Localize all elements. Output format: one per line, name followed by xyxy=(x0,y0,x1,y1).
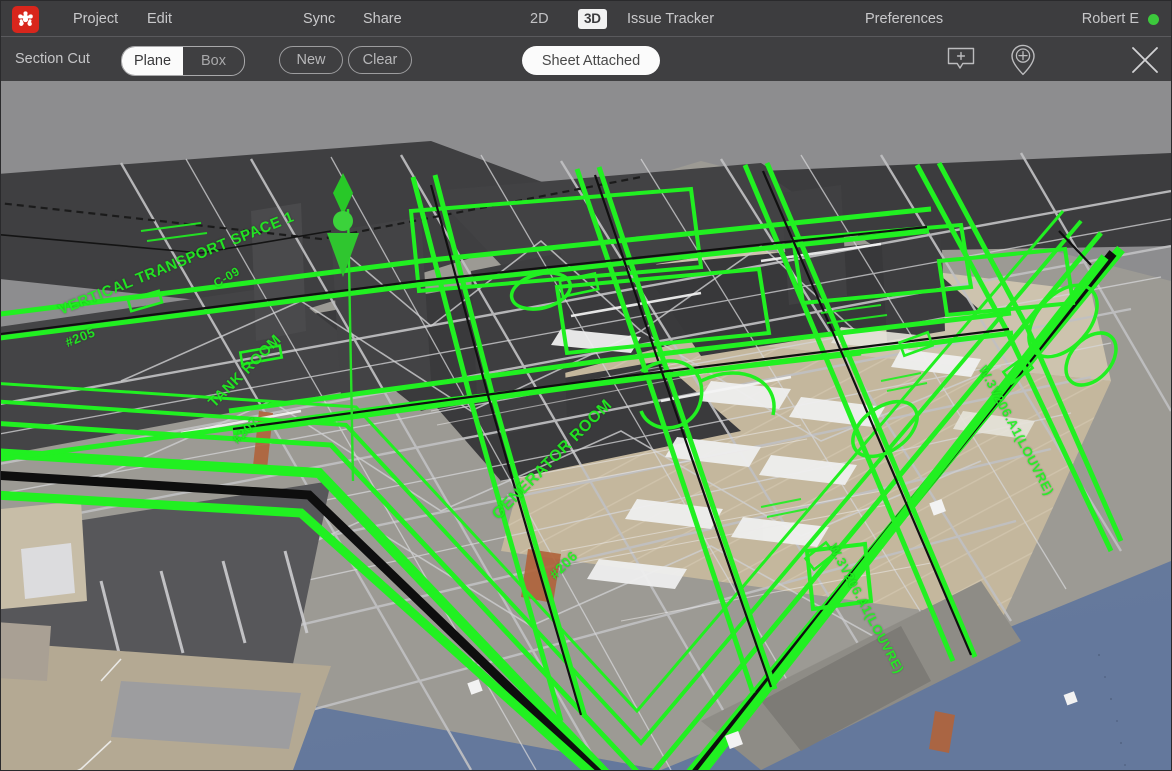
add-pin-icon[interactable] xyxy=(1005,38,1041,81)
section-cut-title: Section Cut xyxy=(15,51,90,67)
model-annotation-label: #207 xyxy=(229,414,262,447)
model-annotation-label: C-09 xyxy=(211,263,243,291)
model-annotation-label: GENERATOR ROOM xyxy=(489,396,616,524)
model-annotation-label: #206 xyxy=(546,547,581,583)
app-logo-asterisk-icon[interactable] xyxy=(12,6,39,33)
menu-item-preferences[interactable]: Preferences xyxy=(865,1,943,37)
menu-item-issue-tracker[interactable]: Issue Tracker xyxy=(627,1,714,37)
clear-section-button[interactable]: Clear xyxy=(348,46,412,74)
bim-model-render xyxy=(1,81,1171,770)
section-mode-box-option[interactable]: Box xyxy=(183,47,244,75)
model-annotation-label: VERTICAL TRANSPORT SPACE 1 xyxy=(56,208,297,319)
sheet-attached-button[interactable]: Sheet Attached xyxy=(522,46,660,75)
menu-item-share[interactable]: Share xyxy=(363,1,402,37)
model-annotation-label: W.3V206.A1(LOUVRE) xyxy=(825,541,907,676)
menu-item-edit[interactable]: Edit xyxy=(147,1,172,37)
menu-item-sync[interactable]: Sync xyxy=(303,1,335,37)
top-menu-bar: Project Edit Sync Share Issue Tracker Pr… xyxy=(1,1,1171,37)
new-section-button[interactable]: New xyxy=(279,46,343,74)
section-cut-mode-toggle[interactable]: Plane Box xyxy=(121,46,245,76)
menu-item-project[interactable]: Project xyxy=(73,1,118,37)
close-icon[interactable] xyxy=(1127,38,1163,81)
user-online-status-dot xyxy=(1148,13,1159,25)
section-cut-toolbar: Section Cut Plane Box New Clear Sheet At… xyxy=(1,38,1171,81)
model-annotation-label: TANK ROOM xyxy=(205,331,285,412)
user-name-label: Robert E xyxy=(1081,11,1139,27)
user-account-menu[interactable]: Robert E xyxy=(1082,1,1159,37)
add-comment-icon[interactable] xyxy=(943,38,979,81)
view-mode-3d-button[interactable]: 3D xyxy=(578,9,607,29)
model-annotation-layer: VERTICAL TRANSPORT SPACE 1 #205 TANK ROOM #… xyxy=(1,81,1171,770)
section-mode-plane-option[interactable]: Plane xyxy=(122,47,183,75)
model-annotation-label: #205 xyxy=(63,324,98,350)
view-mode-2d-button[interactable]: 2D xyxy=(530,1,549,37)
3d-model-viewport[interactable]: VERTICAL TRANSPORT SPACE 1 #205 TANK ROOM #… xyxy=(1,81,1171,770)
application-window: Project Edit Sync Share Issue Tracker Pr… xyxy=(0,0,1172,771)
model-annotation-label: W.3V206.A1(LOUVRE) xyxy=(975,363,1057,498)
